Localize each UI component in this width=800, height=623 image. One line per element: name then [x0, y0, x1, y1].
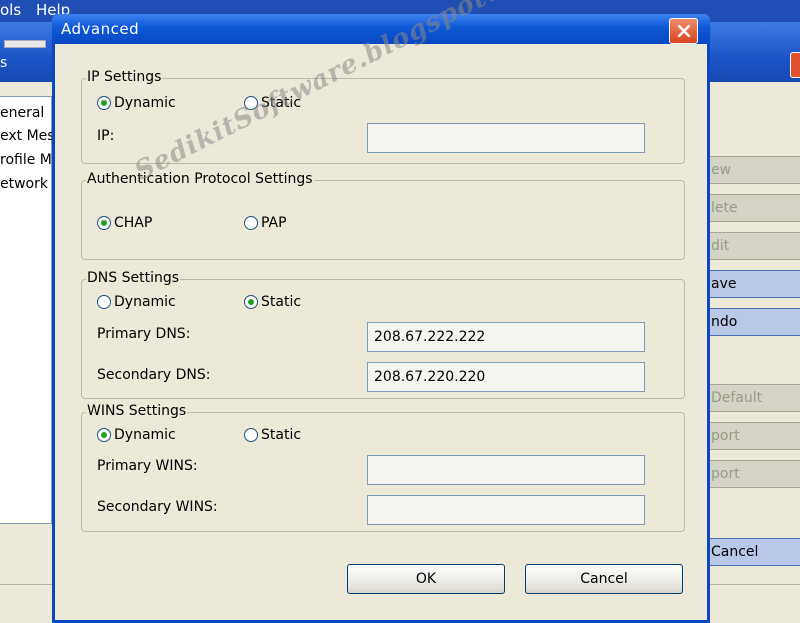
radio-checked-icon [97, 96, 111, 110]
ip-dynamic-radio[interactable]: Dynamic [97, 95, 176, 111]
ip-label: IP: [97, 128, 115, 144]
secondary-dns-field[interactable] [367, 362, 645, 392]
ip-address-field[interactable] [367, 123, 645, 153]
primary-dns-label: Primary DNS: [97, 326, 191, 342]
auth-pap-label: PAP [261, 215, 287, 231]
wins-settings-title: WINS Settings [86, 403, 188, 419]
radio-unchecked-icon [244, 428, 258, 442]
auth-chap-radio[interactable]: CHAP [97, 215, 152, 231]
wins-dynamic-radio[interactable]: Dynamic [97, 427, 176, 443]
wins-settings-group: WINS Settings Dynamic Static Primary WIN… [81, 403, 685, 532]
auth-pap-radio[interactable]: PAP [244, 215, 287, 231]
ip-static-label: Static [261, 95, 302, 111]
list-item-network[interactable]: etwork [0, 176, 48, 192]
primary-wins-label: Primary WINS: [97, 458, 198, 474]
auth-chap-label: CHAP [114, 215, 153, 231]
background-undo-button[interactable]: ndo [706, 308, 800, 336]
dns-static-radio[interactable]: Static [244, 294, 301, 310]
dialog-titlebar[interactable]: Advanced [52, 14, 710, 44]
background-cancel-button[interactable]: Cancel [706, 538, 800, 566]
wins-static-label: Static [261, 427, 302, 443]
ip-settings-group: IP Settings Dynamic Static IP: [81, 69, 685, 164]
ip-dynamic-label: Dynamic [114, 95, 176, 111]
background-close-icon[interactable] [790, 52, 800, 78]
primary-wins-field[interactable] [367, 455, 645, 485]
auth-protocol-group: Authentication Protocol Settings CHAP PA… [81, 171, 685, 260]
background-new-button[interactable]: ew [706, 156, 800, 184]
dns-dynamic-radio[interactable]: Dynamic [97, 294, 176, 310]
radio-checked-icon [97, 428, 111, 442]
background-export-button[interactable]: port [706, 460, 800, 488]
radio-checked-icon [244, 295, 258, 309]
ip-static-radio[interactable]: Static [244, 95, 301, 111]
secondary-dns-label: Secondary DNS: [97, 367, 211, 383]
radio-unchecked-icon [244, 96, 258, 110]
dns-settings-group: DNS Settings Dynamic Static Primary DNS:… [81, 270, 685, 399]
radio-unchecked-icon [97, 295, 111, 309]
background-default-button[interactable]: Default [706, 384, 800, 412]
primary-dns-field[interactable] [367, 322, 645, 352]
close-icon[interactable] [669, 18, 698, 44]
radio-unchecked-icon [244, 216, 258, 230]
background-category-list: eneral ext Mes rofile M etwork [0, 96, 55, 524]
dns-static-label: Static [261, 294, 302, 310]
dns-settings-title: DNS Settings [86, 270, 181, 286]
background-edit-button[interactable]: dit [706, 232, 800, 260]
background-toolbar-box [4, 40, 46, 48]
secondary-wins-label: Secondary WINS: [97, 499, 218, 515]
background-window-title: s [0, 55, 8, 71]
ip-settings-title: IP Settings [86, 69, 163, 85]
cancel-button[interactable]: Cancel [525, 564, 683, 594]
list-item-profile-manager[interactable]: rofile M [0, 152, 52, 168]
list-item-text-messages[interactable]: ext Mes [0, 128, 55, 144]
background-import-button[interactable]: port [706, 422, 800, 450]
background-save-button[interactable]: ave [706, 270, 800, 298]
background-delete-button[interactable]: lete [706, 194, 800, 222]
list-item-general[interactable]: eneral [0, 105, 44, 121]
dns-dynamic-label: Dynamic [114, 294, 176, 310]
ok-button[interactable]: OK [347, 564, 505, 594]
radio-checked-icon [97, 216, 111, 230]
menu-tools[interactable]: ols [0, 1, 21, 19]
wins-static-radio[interactable]: Static [244, 427, 301, 443]
wins-dynamic-label: Dynamic [114, 427, 176, 443]
auth-protocol-title: Authentication Protocol Settings [86, 171, 314, 187]
secondary-wins-field[interactable] [367, 495, 645, 525]
dialog-title: Advanced [61, 20, 140, 38]
advanced-dialog: Advanced IP Settings Dynamic Static IP: … [52, 14, 710, 623]
